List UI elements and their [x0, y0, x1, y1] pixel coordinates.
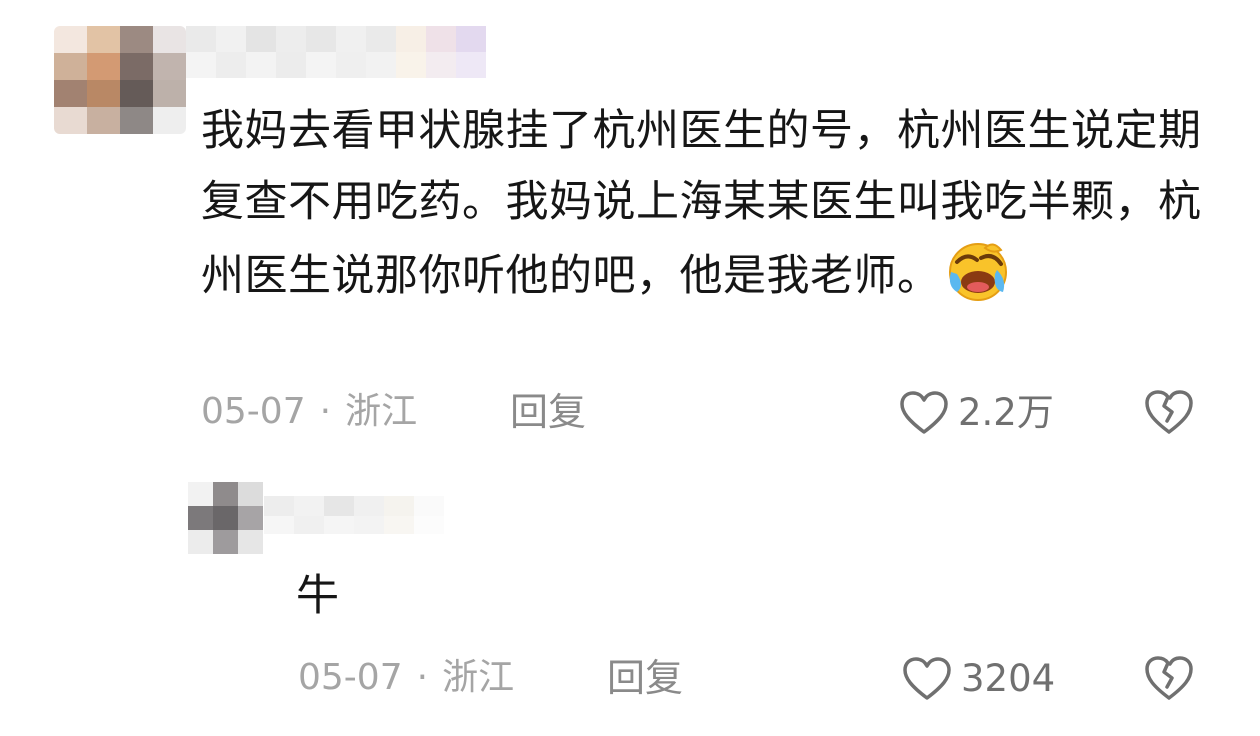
comment-date: 05-07 [201, 391, 306, 432]
separator: · [319, 391, 332, 432]
separator: · [416, 657, 429, 698]
reply-reply-button[interactable]: 回复 [607, 656, 683, 700]
reply-username[interactable] [264, 496, 444, 534]
reply-date: 05-07 [298, 657, 403, 698]
broken-heart-icon[interactable] [1142, 654, 1196, 702]
comment-thread: 我妈去看甲状腺挂了杭州医生的号，杭州医生说定期复查不用吃药。我妈说上海某某医生叫… [0, 0, 1260, 736]
like-count: 2.2万 [958, 391, 1054, 434]
avatar[interactable] [54, 26, 186, 134]
reply-avatar[interactable] [188, 482, 263, 554]
reply-button[interactable]: 回复 [510, 390, 586, 434]
laugh-cry-emoji-icon [948, 243, 1007, 301]
heart-icon [903, 657, 951, 700]
comment-location: 浙江 [345, 391, 418, 432]
comment-text: 我妈去看甲状腺挂了杭州医生的号，杭州医生说定期复查不用吃药。我妈说上海某某医生叫… [201, 96, 1211, 312]
comment-meta: 05-07 · 浙江 [201, 390, 417, 434]
comment-body: 我妈去看甲状腺挂了杭州医生的号，杭州医生说定期复查不用吃药。我妈说上海某某医生叫… [201, 106, 1202, 301]
reply-meta: 05-07 · 浙江 [298, 656, 514, 700]
reply-location: 浙江 [442, 657, 515, 698]
reply-text: 牛 [296, 571, 339, 621]
reply-like-count: 3204 [961, 657, 1056, 700]
heart-icon [900, 391, 948, 434]
broken-heart-icon[interactable] [1142, 388, 1196, 436]
username[interactable] [186, 26, 486, 78]
reply-like-button[interactable]: 3204 [901, 656, 1055, 702]
like-button[interactable]: 2.2万 [898, 390, 1054, 436]
